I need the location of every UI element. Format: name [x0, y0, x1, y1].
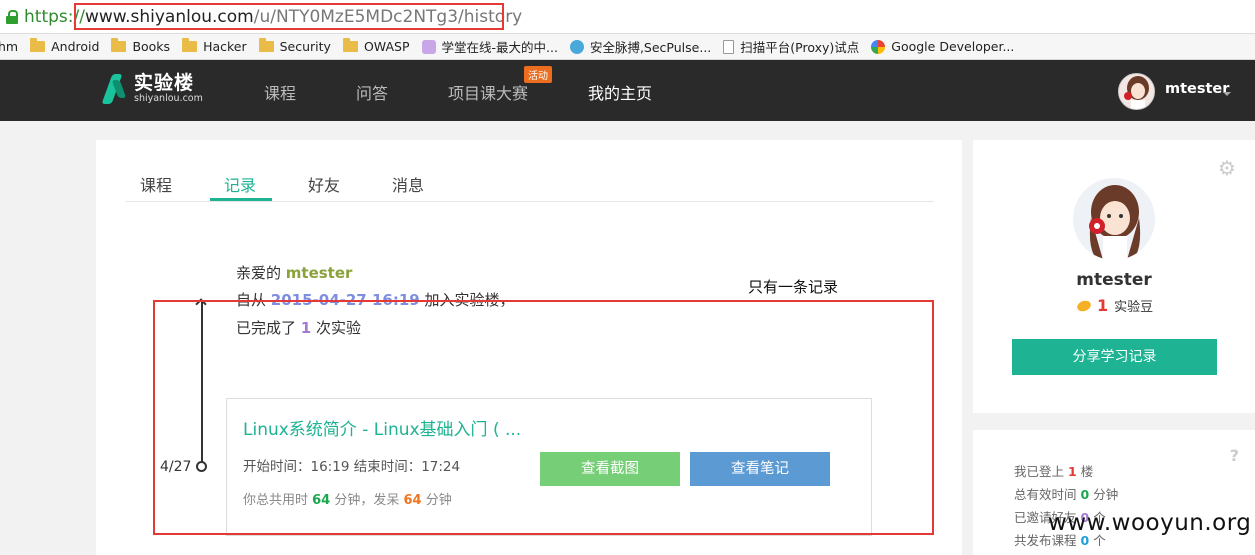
share-records-button[interactable]: 分享学习记录 [1012, 339, 1217, 375]
cloud-icon [569, 39, 584, 54]
bookmark-android[interactable]: Android [30, 38, 99, 54]
folder-icon [258, 38, 274, 52]
folder-icon [342, 38, 358, 52]
logo-mark-icon [104, 72, 126, 106]
annotation-text: 只有一条记录 [748, 278, 839, 296]
top-nav: 实验楼 shiyanlou.com 课程 问答 项目课大赛 活动 我的主页 mt… [0, 60, 1255, 121]
nav-link-my-home[interactable]: 我的主页 [588, 80, 652, 104]
bookmark-security[interactable]: Security [258, 38, 331, 54]
tab-messages[interactable]: 消息 [392, 172, 424, 196]
tab-records[interactable]: 记录 [224, 172, 256, 196]
stats-card: ? 我已登上 1 楼 总有效时间 0 分钟 已邀请好友 0 个 共发布课程 0 … [973, 430, 1255, 555]
lock-icon [6, 9, 18, 24]
site-logo[interactable]: 实验楼 shiyanlou.com [104, 72, 203, 106]
folder-icon [111, 38, 127, 52]
bookmark-hacker[interactable]: Hacker [182, 38, 247, 54]
greeting-username: mtester [285, 264, 353, 282]
avatar[interactable] [1118, 73, 1155, 110]
nav-username[interactable]: mtester [1165, 81, 1229, 97]
bookmark-hm[interactable]: hm [0, 39, 18, 54]
bookmark-xuetangx[interactable]: 学堂在线-最大的中... [421, 37, 558, 56]
tab-bar: 课程 记录 好友 消息 [126, 170, 934, 202]
tab-friends[interactable]: 好友 [308, 172, 340, 196]
url-scheme: https [24, 6, 68, 27]
bean-icon [1075, 298, 1093, 313]
page-icon [723, 39, 735, 54]
logo-subtext: shiyanlou.com [134, 93, 203, 104]
folder-icon [182, 38, 198, 52]
annotation-highlight-box [153, 300, 934, 535]
avatar-illustration [1089, 185, 1141, 260]
watermark: www.wooyun.org [1048, 510, 1252, 536]
url-highlight-box [74, 3, 504, 30]
avatar-illustration [1124, 76, 1149, 109]
bookmarks-bar: hm Android Books Hacker Security OWASP 学… [0, 34, 1255, 60]
profile-card: ⚙ mtester 1 实验豆 分享学习记录 [973, 140, 1255, 413]
nav-link-courses[interactable]: 课程 [264, 80, 296, 104]
beans-count: 1 实验豆 [1075, 296, 1153, 315]
nav-link-contest[interactable]: 项目课大赛 [448, 80, 528, 104]
active-tab-indicator [210, 198, 272, 201]
profile-name: mtester [1076, 270, 1152, 290]
profile-avatar [1073, 178, 1155, 260]
bookmark-owasp[interactable]: OWASP [342, 38, 410, 54]
address-bar[interactable]: https://www.shiyanlou.com/u/NTY0MzE5MDc2… [0, 0, 1255, 34]
nav-link-qa[interactable]: 问答 [356, 80, 388, 104]
greeting-line-1: 亲爱的 mtester [236, 264, 353, 282]
tab-courses[interactable]: 课程 [140, 172, 172, 196]
chevron-down-icon[interactable] [1223, 92, 1231, 96]
stat-login: 我已登上 1 楼 [1014, 464, 1094, 479]
folder-icon [30, 38, 46, 52]
help-icon[interactable]: ? [1230, 446, 1239, 465]
logo-text: 实验楼 [134, 72, 195, 94]
gear-icon[interactable]: ⚙ [1217, 158, 1237, 178]
bookmark-secpulse[interactable]: 安全脉搏,SecPulse... [569, 37, 711, 56]
xuetangx-icon [421, 39, 436, 54]
stat-time: 总有效时间 0 分钟 [1014, 487, 1119, 502]
google-icon [871, 39, 886, 54]
activity-badge: 活动 [524, 66, 552, 83]
bookmark-scan-platform[interactable]: 扫描平台(Proxy)试点 [723, 37, 859, 56]
bookmark-books[interactable]: Books [111, 38, 170, 54]
bookmark-google-developer[interactable]: Google Developer... [871, 39, 1014, 54]
